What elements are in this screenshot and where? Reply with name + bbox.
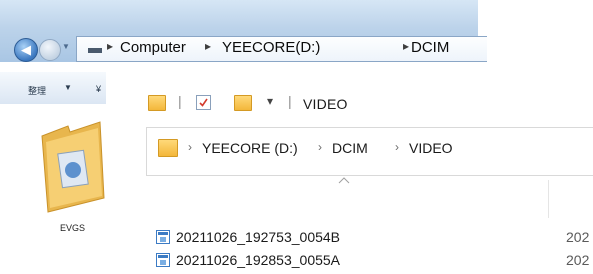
folder-icon bbox=[148, 95, 166, 111]
chevron-right-icon[interactable]: › bbox=[188, 140, 192, 154]
breadcrumb-drive[interactable]: YEECORE (D:) bbox=[202, 140, 298, 156]
file-row[interactable]: 20211026_192853_0055A 202 bbox=[156, 252, 593, 270]
toolbar-divider: | bbox=[178, 93, 182, 109]
chevron-right-icon[interactable]: › bbox=[395, 140, 399, 154]
computer-icon bbox=[88, 48, 102, 53]
breadcrumb-computer[interactable]: Computer bbox=[120, 39, 186, 56]
chevron-right-icon[interactable]: ▸ bbox=[205, 39, 211, 53]
file-name[interactable]: 20211026_192853_0055A bbox=[176, 252, 340, 268]
column-divider[interactable] bbox=[548, 180, 549, 218]
file-date: 202 bbox=[566, 229, 590, 245]
video-file-icon bbox=[156, 230, 170, 244]
toolbar-divider: | bbox=[288, 93, 292, 109]
breadcrumb-dcim[interactable]: DCIM bbox=[411, 39, 449, 56]
file-name[interactable]: 20211026_192753_0054B bbox=[176, 229, 340, 245]
chevron-right-icon[interactable]: ▸ bbox=[403, 39, 409, 53]
file-date: 202 bbox=[566, 252, 590, 268]
properties-check-icon[interactable] bbox=[196, 95, 211, 110]
customize-quick-access-dropdown-icon[interactable]: ▾ bbox=[267, 94, 273, 108]
folder-icon[interactable] bbox=[40, 118, 108, 214]
folder-icon bbox=[158, 139, 178, 157]
back-arrow-icon[interactable]: ◀ bbox=[14, 38, 38, 62]
chevron-right-icon[interactable]: ▸ bbox=[107, 39, 113, 53]
column-header-row[interactable] bbox=[146, 174, 593, 196]
file-row[interactable]: 20211026_192753_0054B 202 bbox=[156, 229, 593, 247]
organize-button[interactable]: 整理 bbox=[28, 84, 46, 97]
breadcrumb-drive[interactable]: YEECORE(D:) bbox=[222, 39, 320, 56]
recent-pages-dropdown-icon[interactable]: ▼ bbox=[62, 43, 70, 51]
breadcrumb-dcim[interactable]: DCIM bbox=[332, 140, 368, 156]
video-file-icon bbox=[156, 253, 170, 267]
forward-arrow-icon[interactable] bbox=[39, 39, 61, 61]
window-title: VIDEO bbox=[303, 96, 348, 112]
chevron-down-icon[interactable]: ▼ bbox=[64, 83, 72, 92]
toolbar-second-button[interactable]: ¥ bbox=[96, 84, 101, 94]
command-bar bbox=[0, 72, 106, 105]
sort-up-icon[interactable] bbox=[338, 176, 350, 184]
new-folder-icon[interactable] bbox=[234, 95, 252, 111]
breadcrumb-video[interactable]: VIDEO bbox=[409, 140, 453, 156]
chevron-right-icon[interactable]: › bbox=[318, 140, 322, 154]
folder-label[interactable]: EVGS bbox=[60, 223, 85, 233]
